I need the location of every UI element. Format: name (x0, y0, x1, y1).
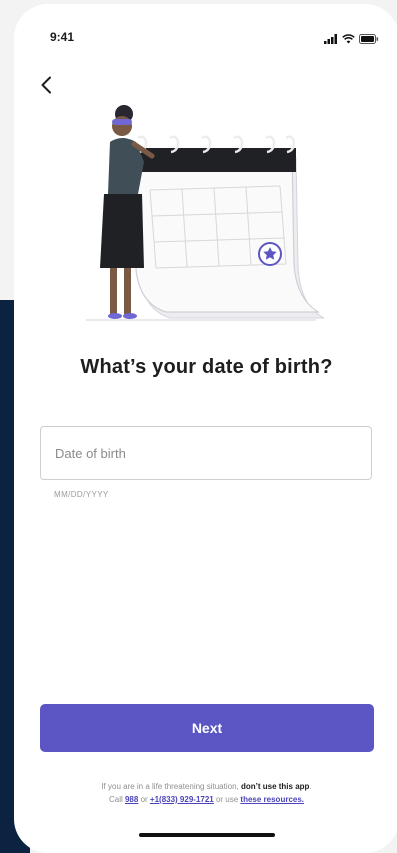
disclaimer-text: If you are in a life threatening situati… (101, 782, 241, 791)
status-bar: 9:41 (14, 4, 397, 48)
phone-link-helpline[interactable]: +1(833) 929-1721 (150, 795, 214, 804)
next-button[interactable]: Next (40, 704, 374, 752)
battery-icon (359, 31, 379, 49)
phone-link-988[interactable]: 988 (125, 795, 138, 804)
chevron-left-icon (40, 76, 52, 99)
phone-screen: 9:41 What’s your date of birth? Date of … (14, 4, 397, 853)
disclaimer-or-text: or (138, 795, 150, 804)
signal-icon (324, 31, 338, 49)
date-of-birth-input[interactable] (40, 426, 372, 480)
wifi-icon (342, 31, 355, 49)
disclaimer-line-2: Call 988 or +1(833) 929-1721 or use thes… (20, 793, 393, 806)
home-indicator (139, 833, 275, 837)
status-icons (324, 31, 379, 49)
resources-link[interactable]: these resources. (240, 795, 304, 804)
crisis-disclaimer: If you are in a life threatening situati… (20, 780, 393, 806)
disclaimer-period: . (309, 782, 312, 791)
back-button[interactable] (34, 74, 58, 100)
disclaimer-use-text: or use (213, 795, 241, 804)
disclaimer-line-1: If you are in a life threatening situati… (20, 780, 393, 793)
calendar-illustration (86, 96, 326, 331)
status-time: 9:41 (50, 30, 75, 44)
page-title: What’s your date of birth? (80, 356, 333, 378)
disclaimer-call-text: Call (108, 795, 125, 804)
date-format-hint: MM/DD/YYYY (54, 490, 109, 499)
disclaimer-warning: don’t use this app (240, 782, 310, 791)
